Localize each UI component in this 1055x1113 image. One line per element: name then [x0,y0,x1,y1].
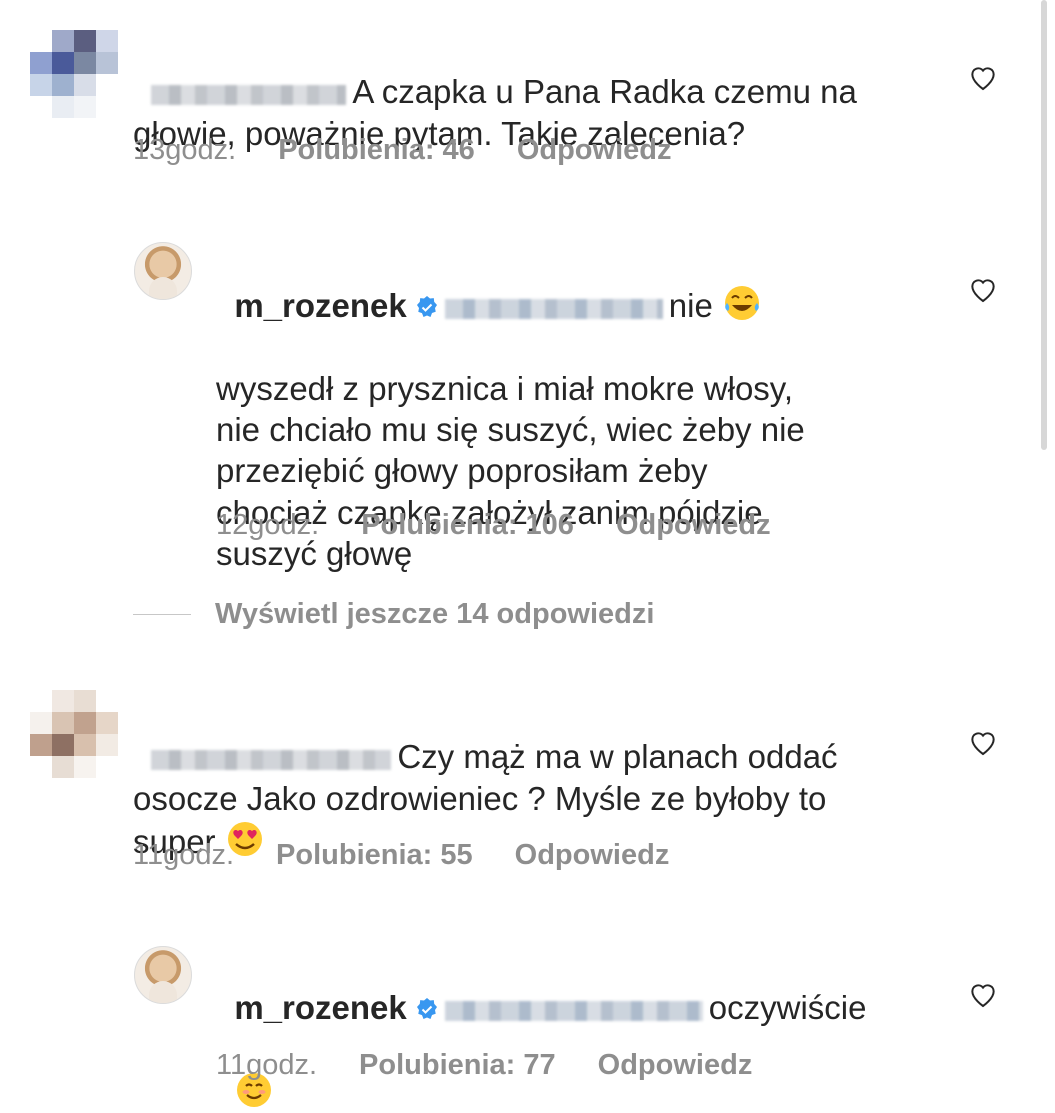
reply-meta: 12godz. Polubienia: 106 Odpowiedz [216,509,813,542]
verified-badge-icon [416,998,437,1020]
reply-text: m_rozenek oczywiście [216,946,931,1113]
username[interactable]: m_rozenek [234,287,406,324]
comment-time: 11godz. [133,839,235,871]
commenter-avatar-pixelated[interactable] [30,690,118,778]
comment-meta: 11godz. Polubienia: 55 Odpowiedz [133,839,711,872]
divider [133,613,191,616]
reply-button[interactable]: Odpowiedz [598,1049,753,1082]
blurred-username[interactable] [151,749,392,770]
scrollbar[interactable] [1041,0,1047,450]
comment-time: 13godz. [133,134,237,166]
reply-start: nie [668,287,713,325]
reply-meta: 11godz. Polubienia: 77 Odpowiedz [216,1049,794,1082]
blurred-mention[interactable] [444,298,663,319]
reply-time: 12godz. [216,509,320,541]
heart-icon[interactable] [966,273,1000,305]
reply-body: oczywiście [708,989,867,1027]
verified-badge-icon [416,296,437,318]
reply-text: m_rozenek nie wyszedł z prysznica i miał … [216,242,931,615]
heart-icon[interactable] [966,726,1000,758]
comment-meta: 13godz. Polubienia: 46 Odpowiedz [133,134,713,167]
view-more-label: Wyświetl jeszcze 14 odpowiedzi [215,598,655,630]
likes-count[interactable]: Polubienia: 46 [278,134,475,167]
heart-icon[interactable] [966,978,1000,1010]
blurred-username[interactable] [151,84,347,105]
username[interactable]: m_rozenek [234,989,406,1026]
view-more-replies-button[interactable]: Wyświetl jeszcze 14 odpowiedzi [133,598,654,631]
m-rozenek-avatar[interactable] [134,242,192,300]
reply-body: wyszedł z prysznica i miał mokre włosy, … [216,369,805,572]
comment-text: Czy mąż ma w planach oddać osocze Jako o… [133,695,923,862]
likes-count[interactable]: Polubienia: 55 [276,839,473,872]
heart-icon[interactable] [966,61,1000,93]
likes-count[interactable]: Polubienia: 106 [361,509,574,542]
reply-time: 11godz. [216,1049,318,1081]
reply-button[interactable]: Odpowiedz [616,509,771,542]
reply-button[interactable]: Odpowiedz [517,134,672,167]
reply-button[interactable]: Odpowiedz [515,839,670,872]
tears-of-joy-emoji-icon [724,286,759,321]
likes-count[interactable]: Polubienia: 77 [359,1049,556,1082]
blurred-mention[interactable] [444,1000,703,1021]
m-rozenek-avatar[interactable] [134,946,192,1004]
commenter-avatar-pixelated[interactable] [30,30,118,118]
